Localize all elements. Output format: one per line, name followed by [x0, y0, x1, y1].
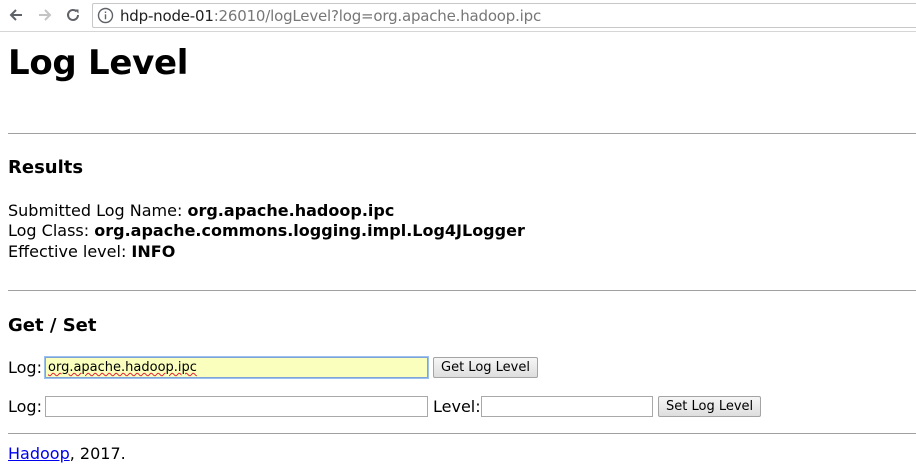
- set-log-label: Log:: [8, 397, 42, 416]
- arrow-right-icon: [39, 9, 52, 21]
- address-bar[interactable]: hdp-node-01:26010/logLevel?log=org.apach…: [92, 3, 916, 28]
- results-heading: Results: [8, 157, 84, 178]
- getset-heading: Get / Set: [8, 315, 97, 336]
- set-log-input[interactable]: [45, 396, 428, 417]
- url-rest: :26010/logLevel?log=org.apache.hadoop.ip…: [213, 7, 542, 25]
- get-log-input[interactable]: org.apache.hadoop.ipc: [44, 356, 429, 379]
- hadoop-link[interactable]: Hadoop: [8, 444, 70, 463]
- arrow-left-icon: [9, 9, 22, 21]
- footer-text: , 2017.: [69, 444, 126, 463]
- divider: [8, 133, 916, 134]
- level-input[interactable]: [481, 396, 653, 417]
- divider: [8, 433, 916, 434]
- submitted-value: org.apache.hadoop.ipc: [187, 201, 395, 220]
- footer: Hadoop, 2017.: [8, 444, 126, 463]
- class-value: org.apache.commons.logging.impl.Log4JLog…: [94, 221, 525, 240]
- page-title: Log Level: [8, 43, 189, 83]
- reload-button[interactable]: [62, 4, 84, 26]
- submitted-log-name: Submitted Log Name: org.apache.hadoop.ip…: [8, 201, 394, 220]
- url-host: hdp-node-01: [120, 7, 214, 25]
- level-label: Level:: [433, 397, 481, 416]
- effective-value: INFO: [131, 242, 176, 261]
- set-log-level-button[interactable]: Set Log Level: [658, 396, 762, 417]
- reload-icon: [67, 8, 79, 21]
- info-icon: [97, 7, 114, 24]
- get-log-input-value: org.apache.hadoop.ipc: [48, 360, 197, 375]
- submitted-label: Submitted Log Name:: [8, 201, 188, 220]
- url-text: hdp-node-01:26010/logLevel?log=org.apach…: [120, 7, 541, 25]
- forward-button[interactable]: [34, 4, 56, 26]
- browser-toolbar: hdp-node-01:26010/logLevel?log=org.apach…: [0, 0, 916, 32]
- get-log-level-button[interactable]: Get Log Level: [433, 357, 538, 378]
- get-log-label: Log:: [8, 358, 42, 377]
- back-button[interactable]: [5, 4, 27, 26]
- divider: [8, 290, 916, 291]
- log-class: Log Class: org.apache.commons.logging.im…: [8, 221, 525, 240]
- effective-level: Effective level: INFO: [8, 242, 175, 261]
- effective-label: Effective level:: [8, 242, 132, 261]
- class-label: Log Class:: [8, 221, 95, 240]
